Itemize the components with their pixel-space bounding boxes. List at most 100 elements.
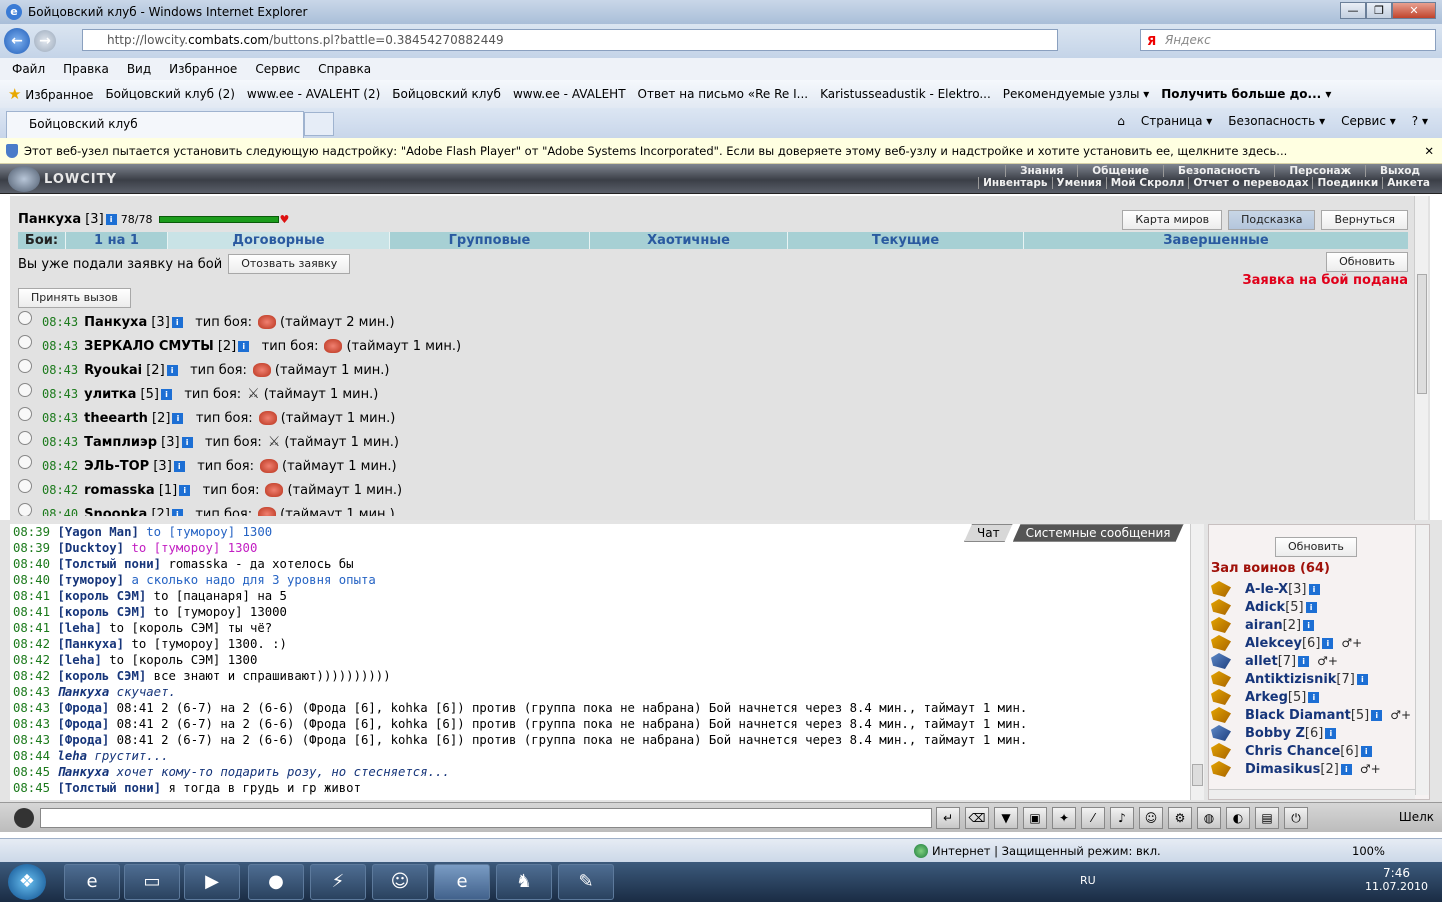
- fav-item[interactable]: Ответ на письмо «Re Re I...: [638, 87, 809, 101]
- menu-knowledge[interactable]: Знания: [1005, 165, 1077, 177]
- winamp-taskbar-icon[interactable]: ⚡: [310, 864, 366, 900]
- info-icon[interactable]: i: [1305, 601, 1317, 613]
- cmd-tools[interactable]: Сервис ▾: [1341, 114, 1396, 128]
- chat-sender[interactable]: [Толстый пони]: [57, 557, 161, 571]
- warrior-name[interactable]: Arkeg: [1245, 690, 1288, 705]
- eraser-icon[interactable]: ⌫: [965, 807, 989, 829]
- info-icon[interactable]: i: [1308, 583, 1320, 595]
- chat-mode-icon[interactable]: [14, 808, 34, 828]
- chat-recipient[interactable]: to [туморoу]: [146, 605, 243, 619]
- ie-active-taskbar-icon[interactable]: e: [434, 864, 490, 900]
- address-input[interactable]: http://lowcity.combats.com/buttons.pl?ba…: [82, 29, 1058, 51]
- tab-group[interactable]: Групповые: [390, 232, 590, 249]
- menu-edit[interactable]: Правка: [63, 62, 109, 76]
- bid-player[interactable]: romasska: [84, 483, 155, 498]
- menu-file[interactable]: Файл: [12, 62, 45, 76]
- menu-inventory[interactable]: Инвентарь: [978, 177, 1051, 189]
- start-button[interactable]: ❖: [8, 864, 46, 900]
- chat-sender[interactable]: [Толстый пони]: [57, 781, 161, 795]
- messenger-taskbar-icon[interactable]: ☺: [372, 864, 428, 900]
- warrior-name[interactable]: Chris Chance: [1245, 744, 1340, 759]
- info-icon[interactable]: i: [1340, 763, 1352, 775]
- send-icon[interactable]: ↵: [936, 807, 960, 829]
- chat-sender[interactable]: [король СЭМ]: [57, 589, 146, 603]
- bid-radio[interactable]: [18, 431, 32, 445]
- private-message-icon[interactable]: [1211, 635, 1231, 651]
- warrior-name[interactable]: allet: [1245, 654, 1278, 669]
- infobar-close-icon[interactable]: ✕: [1424, 138, 1434, 164]
- info-icon[interactable]: i: [1356, 673, 1368, 685]
- chat-sender[interactable]: [Панкуха]: [57, 637, 124, 651]
- withdraw-button[interactable]: Отозвать заявку: [228, 254, 351, 274]
- private-message-icon[interactable]: [1211, 725, 1231, 741]
- cmd-page[interactable]: Страница ▾: [1141, 114, 1212, 128]
- bid-player[interactable]: Панкуха: [84, 315, 147, 330]
- menu-help[interactable]: Справка: [318, 62, 371, 76]
- ie-taskbar-icon[interactable]: e: [64, 864, 120, 900]
- bid-player[interactable]: Ryoukai: [84, 363, 142, 378]
- warriors-refresh-button[interactable]: Обновить: [1275, 537, 1357, 557]
- chat-sender[interactable]: [leha]: [57, 621, 101, 635]
- bid-radio[interactable]: [18, 503, 32, 516]
- new-tab-button[interactable]: [304, 112, 334, 136]
- private-message-icon[interactable]: [1211, 599, 1231, 615]
- tab-1v1[interactable]: 1 на 1: [66, 232, 168, 249]
- menu-duels[interactable]: Поединки: [1312, 177, 1382, 189]
- favorites-button[interactable]: ★ Избранное: [8, 85, 93, 103]
- bid-player[interactable]: theearth: [84, 411, 148, 426]
- fav-item[interactable]: www.ee - AVALEHT (2): [247, 87, 380, 101]
- zoom-level[interactable]: 100%: [1352, 844, 1385, 858]
- addon-info-bar[interactable]: Этот веб-узел пытается установить следую…: [0, 138, 1442, 164]
- hint-button[interactable]: Подсказка: [1228, 210, 1316, 230]
- chat-sender[interactable]: [король СЭМ]: [57, 605, 146, 619]
- minimize-button[interactable]: —: [1340, 2, 1366, 19]
- chat-sender[interactable]: [leha]: [57, 653, 101, 667]
- chat-sender[interactable]: [Ducktoy]: [57, 541, 124, 555]
- scroll-thumb[interactable]: [1192, 764, 1203, 786]
- private-message-icon[interactable]: [1211, 581, 1231, 597]
- bid-radio[interactable]: [18, 455, 32, 469]
- menu-exit[interactable]: Выход: [1365, 165, 1434, 177]
- bid-radio[interactable]: [18, 479, 32, 493]
- menu-chat[interactable]: Общение: [1077, 165, 1163, 177]
- clock[interactable]: 7:46 11.07.2010: [1365, 866, 1428, 893]
- bid-radio[interactable]: [18, 407, 32, 421]
- explorer-taskbar-icon[interactable]: ▭: [124, 864, 180, 900]
- media-taskbar-icon[interactable]: ▶: [184, 864, 240, 900]
- firefox-taskbar-icon[interactable]: ●: [248, 864, 304, 900]
- tab-chaotic[interactable]: Хаотичные: [590, 232, 788, 249]
- chat-input[interactable]: [40, 808, 932, 828]
- warrior-name[interactable]: Antiktizisnik: [1245, 672, 1336, 687]
- bid-player[interactable]: ЗЕРКАЛО СМУТЫ: [84, 339, 214, 354]
- private-message-icon[interactable]: [1211, 671, 1231, 687]
- chat-sender[interactable]: [Фрода]: [57, 733, 109, 747]
- bid-radio[interactable]: [18, 359, 32, 373]
- info-icon[interactable]: i: [173, 460, 185, 472]
- horizontal-scrollbar[interactable]: [1209, 789, 1415, 799]
- warrior-name[interactable]: Adick: [1245, 600, 1285, 615]
- fav-item[interactable]: www.ee - AVALEHT: [513, 87, 626, 101]
- chess-taskbar-icon[interactable]: ♞: [496, 864, 552, 900]
- emote-name[interactable]: leha: [57, 749, 87, 763]
- save-icon[interactable]: ▣: [1023, 807, 1047, 829]
- warrior-name[interactable]: Bobby Z: [1245, 726, 1305, 741]
- bid-player[interactable]: улитка: [84, 387, 136, 402]
- warrior-name[interactable]: Dimasikus: [1245, 762, 1320, 777]
- tab-chat[interactable]: Чат: [964, 524, 1013, 542]
- bid-radio[interactable]: [18, 335, 32, 349]
- private-message-icon[interactable]: [1211, 761, 1231, 777]
- info-icon[interactable]: i: [171, 316, 183, 328]
- info-icon[interactable]: i: [1325, 727, 1337, 739]
- player-name[interactable]: Панкуха: [18, 212, 81, 227]
- info-icon[interactable]: i: [1360, 745, 1372, 757]
- home-icon[interactable]: ⌂: [1117, 114, 1125, 128]
- info-icon[interactable]: i: [179, 484, 191, 496]
- settings-icon[interactable]: ⚙: [1168, 807, 1192, 829]
- chat-recipient[interactable]: to [туморoу]: [139, 525, 235, 539]
- menu-skills[interactable]: Умения: [1051, 177, 1106, 189]
- warrior-name[interactable]: Alekcey: [1245, 636, 1302, 651]
- accept-challenge-button[interactable]: Принять вызов: [18, 288, 131, 308]
- refresh-button[interactable]: Обновить: [1326, 252, 1408, 272]
- warrior-name[interactable]: A-le-X: [1245, 582, 1288, 597]
- private-message-icon[interactable]: [1211, 653, 1231, 669]
